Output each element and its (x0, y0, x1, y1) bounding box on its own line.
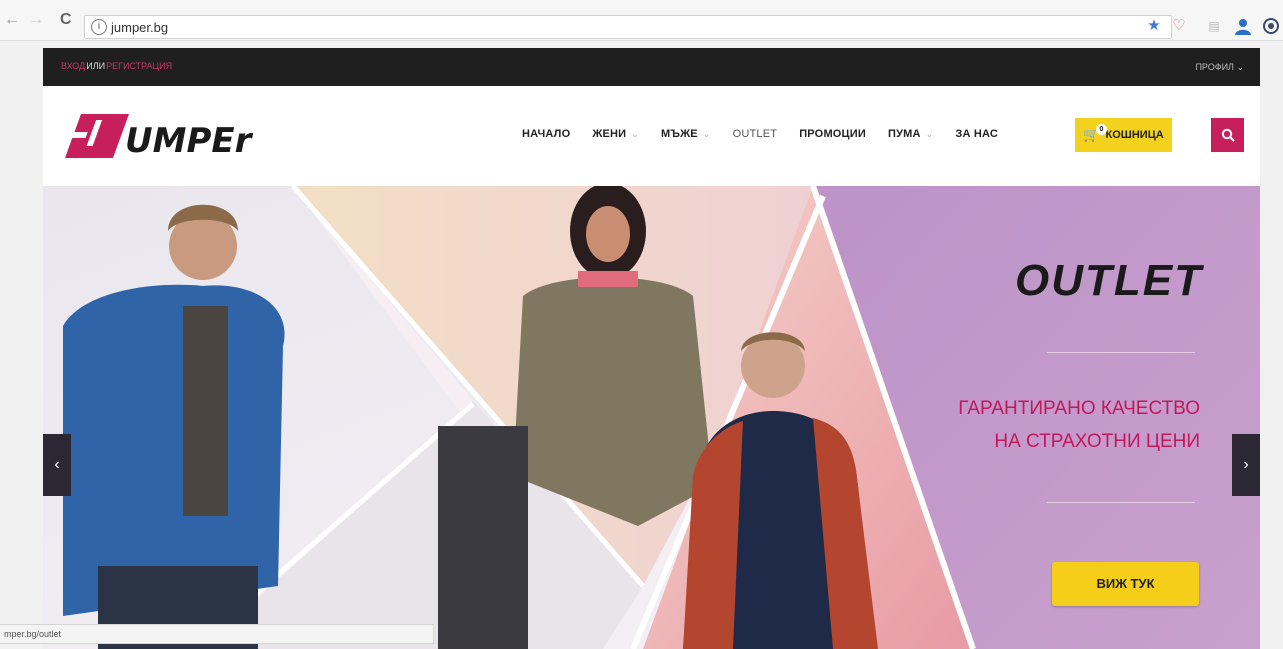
menu-icon[interactable] (1262, 17, 1280, 35)
cart-label: КОШНИЦА (1105, 129, 1164, 141)
prev-slide-button[interactable]: ‹ (43, 434, 71, 496)
profile-menu[interactable]: ПРОФИЛ ⌄ (1195, 62, 1244, 73)
nav-puma[interactable]: ПУМА ⌄ (888, 128, 933, 140)
top-bar: ВХОДИЛИРЕГИСТРАЦИЯ ПРОФИЛ ⌄ (43, 48, 1260, 86)
nav-promotions[interactable]: ПРОМОЦИИ (799, 128, 866, 140)
address-bar[interactable]: i jumper.bg (84, 15, 1172, 39)
user-icon[interactable] (1234, 17, 1252, 35)
cart-count-badge: 0 (1096, 124, 1107, 135)
forward-button[interactable]: → (28, 10, 44, 30)
search-icon (1221, 128, 1235, 142)
search-button[interactable] (1211, 118, 1244, 152)
site-header: UMPEr НАЧАЛО ЖЕНИ ⌄ МЪЖЕ ⌄ OUTLET ПРОМОЦИИ… (43, 86, 1260, 186)
info-icon[interactable]: i (91, 19, 107, 35)
nav-about[interactable]: ЗА НАС (955, 128, 998, 140)
divider (1047, 502, 1195, 503)
hero-tagline-2: НА СТРАХОТНИ ЦЕНИ (994, 431, 1200, 452)
main-nav: НАЧАЛО ЖЕНИ ⌄ МЪЖЕ ⌄ OUTLET ПРОМОЦИИ ПУМА ⌄… (522, 128, 1020, 140)
nav-women[interactable]: ЖЕНИ ⌄ (592, 128, 639, 140)
address-url: jumper.bg (111, 20, 169, 35)
next-slide-button[interactable]: › (1232, 434, 1260, 496)
chevron-down-icon: ⌄ (925, 129, 934, 139)
chevron-down-icon: ⌄ (631, 129, 640, 139)
logo-text: UMPEr (125, 121, 254, 160)
hero-tagline-1: ГАРАНТИРАНО КАЧЕСТВО (958, 398, 1200, 419)
heart-icon[interactable]: ♡ (1170, 17, 1188, 35)
reload-button[interactable]: C (60, 10, 72, 30)
status-bar: mper.bg/outlet (0, 624, 434, 644)
website: ВХОДИЛИРЕГИСТРАЦИЯ ПРОФИЛ ⌄ UMPEr НАЧАЛО… (43, 48, 1260, 649)
or-text: ИЛИ (86, 61, 106, 71)
back-button[interactable]: ← (4, 10, 20, 30)
divider (1047, 352, 1195, 353)
nav-outlet[interactable]: OUTLET (733, 128, 778, 140)
chevron-down-icon: ⌄ (702, 129, 711, 139)
star-icon[interactable]: ★ (1145, 17, 1163, 35)
extension-icon[interactable]: ▤ (1205, 17, 1223, 35)
login-link[interactable]: ВХОД (61, 61, 85, 71)
hero-title: OUTLET (1015, 256, 1203, 305)
nav-men[interactable]: МЪЖЕ ⌄ (661, 128, 711, 140)
view-here-button[interactable]: ВИЖ ТУК (1052, 562, 1199, 606)
register-link[interactable]: РЕГИСТРАЦИЯ (106, 61, 172, 71)
browser-toolbar: ← → C i jumper.bg ★ ♡ ▤ (0, 0, 1283, 41)
auth-links: ВХОДИЛИРЕГИСТРАЦИЯ (61, 61, 172, 71)
cart-button[interactable]: 🛒 0 КОШНИЦА (1075, 118, 1172, 152)
nav-home[interactable]: НАЧАЛО (522, 128, 570, 140)
jumper-logo[interactable]: UMPEr (63, 112, 303, 161)
hero-slider: ‹ › OUTLET ГАРАНТИРАНО КАЧЕСТВО НА СТРАХ… (43, 186, 1260, 649)
